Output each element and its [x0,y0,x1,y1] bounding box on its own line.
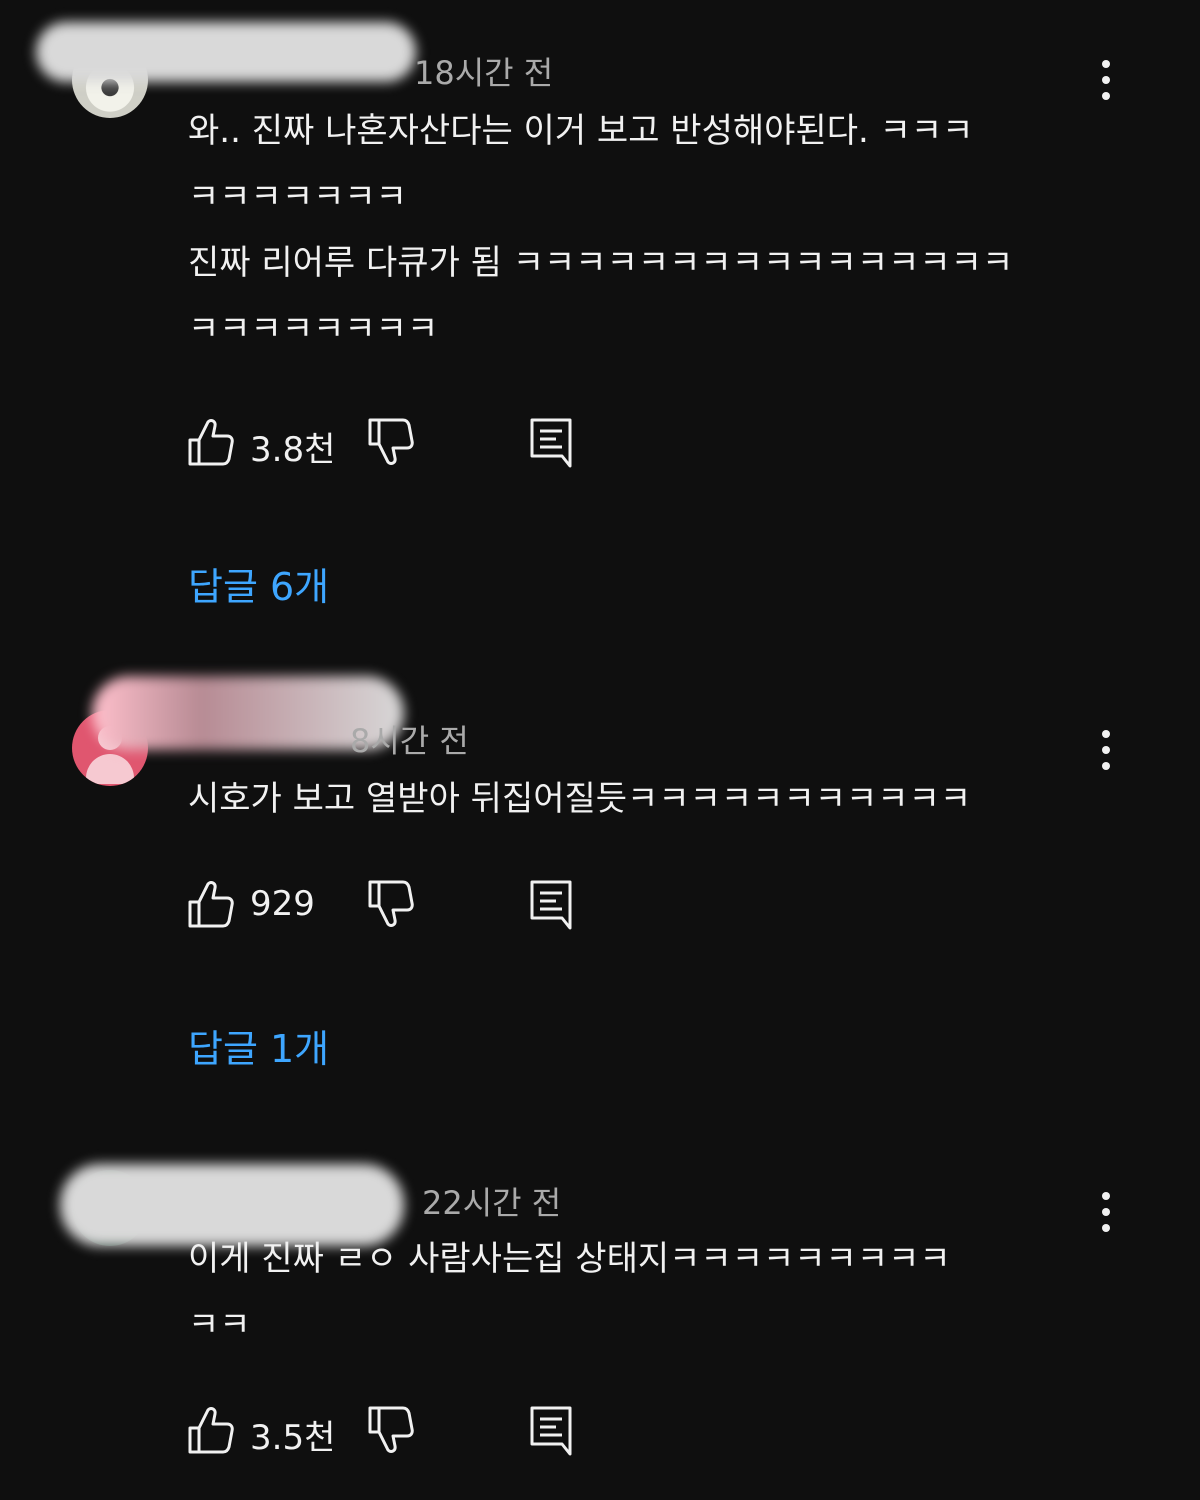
more-vert-icon-dot [1102,92,1110,100]
view-replies-link[interactable]: 답글 1개 [188,1018,329,1073]
dislike-button[interactable] [366,1402,416,1458]
more-options-button[interactable] [1090,1190,1122,1234]
more-vert-icon-dot [1102,1208,1110,1216]
comment-actions: 3.8천 [186,414,606,470]
thumbs-down-icon [368,418,414,465]
reply-button[interactable] [528,414,578,470]
comment-actions: 3.5천 [186,1402,606,1458]
comment-timestamp: 8시간 전 [350,722,469,760]
thumbs-down-icon [368,1406,414,1453]
view-replies-link[interactable]: 답글 6개 [188,556,329,611]
more-vert-icon-dot [1102,762,1110,770]
more-vert-icon [1102,730,1110,738]
reply-icon [530,418,572,468]
reply-icon [530,1406,572,1456]
comment-timestamp: 22시간 전 [422,1184,562,1222]
more-vert-icon [1102,1192,1110,1200]
reply-icon [530,880,572,930]
like-count: 3.5천 [250,1418,336,1458]
dislike-button[interactable] [366,414,416,470]
more-vert-icon-dot [1102,1224,1110,1232]
comment-text: 이게 진짜 ㄹㅇ 사람사는집 상태지ㅋㅋㅋㅋㅋㅋㅋㅋㅋ ㅋㅋ [188,1239,951,1345]
more-vert-icon-dot [1102,76,1110,84]
like-button[interactable] [186,414,236,470]
more-vert-icon-dot [1102,746,1110,754]
reply-button[interactable] [528,876,578,932]
like-button[interactable] [186,876,236,932]
more-vert-icon [1102,60,1110,68]
comment-timestamp: 18시간 전 [414,54,554,92]
more-options-button[interactable] [1090,728,1122,772]
thumbs-up-icon [188,419,234,466]
dislike-button[interactable] [366,876,416,932]
reply-button[interactable] [528,1402,578,1458]
like-count: 3.8천 [250,430,336,470]
comment-text: 와.. 진짜 나혼자산다는 이거 보고 반성해야된다. ㅋㅋㅋ ㅋㅋㅋㅋㅋㅋㅋ … [188,111,1014,349]
more-options-button[interactable] [1090,58,1122,102]
blurred-username [36,22,416,82]
thumbs-down-icon [368,880,414,927]
comment-text: 시호가 보고 열받아 뒤집어질듯ㅋㅋㅋㅋㅋㅋㅋㅋㅋㅋㅋ [188,779,972,819]
thumbs-up-icon [188,881,234,928]
default-avatar-body [86,754,134,784]
like-button[interactable] [186,1402,236,1458]
comment-actions: 929 [186,876,606,932]
like-count: 929 [250,884,315,924]
thumbs-up-icon [188,1407,234,1454]
